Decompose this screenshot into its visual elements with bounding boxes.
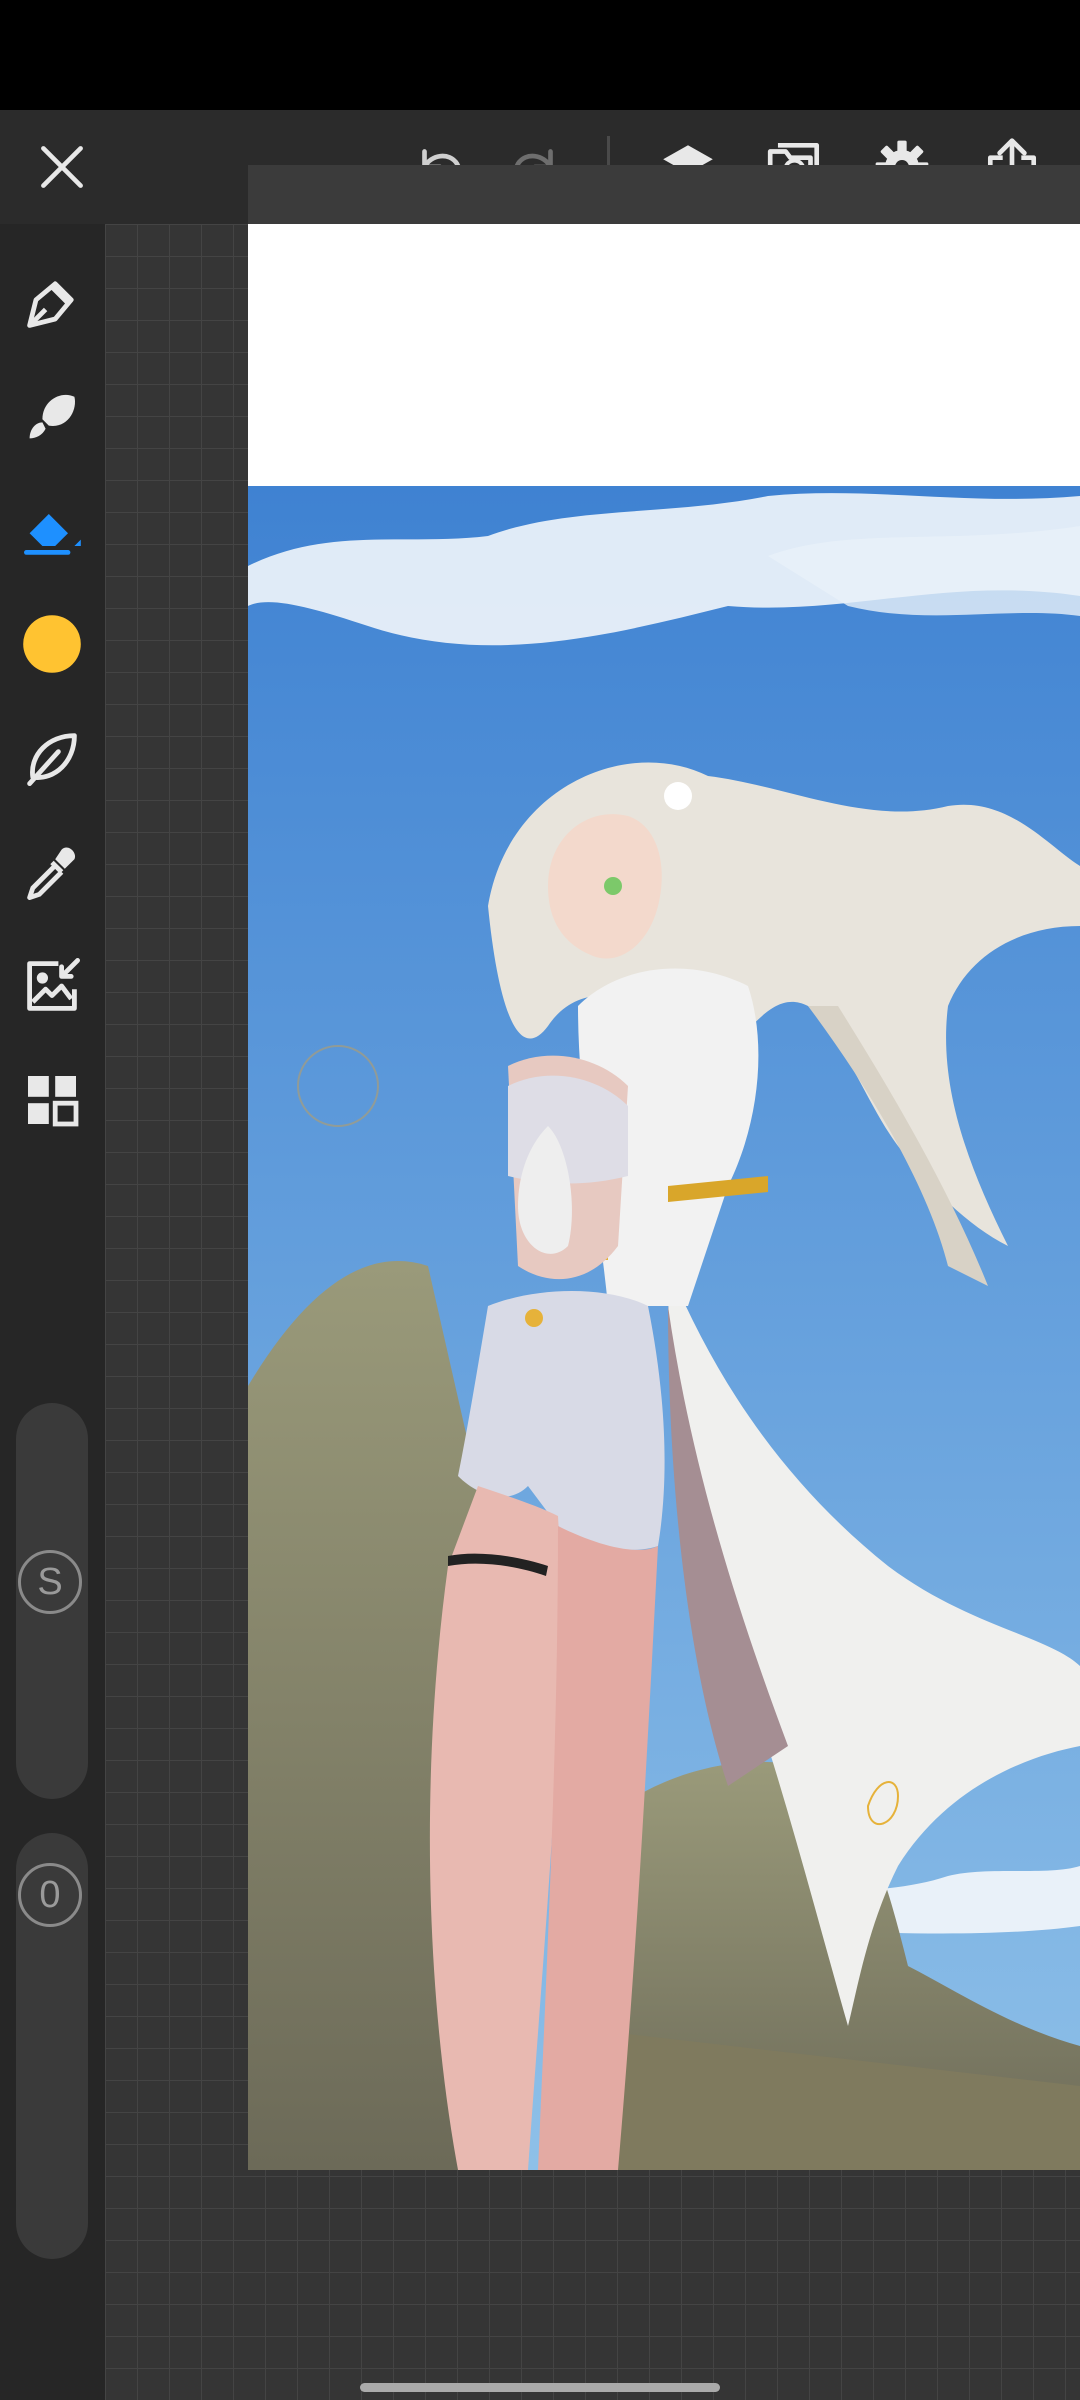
image-import-tool[interactable] <box>7 941 97 1031</box>
gallery-grid-tool[interactable] <box>7 1055 97 1145</box>
eyedropper-icon <box>27 847 76 900</box>
eraser-tool[interactable] <box>7 485 97 575</box>
brush-icon <box>29 394 76 439</box>
home-indicator[interactable] <box>360 2383 720 2392</box>
anime-elf-artwork <box>248 486 1080 2170</box>
status-bar <box>0 0 1080 110</box>
color-swatch[interactable] <box>7 599 97 689</box>
grid-icon <box>28 1076 79 1127</box>
drawing-canvas[interactable] <box>248 224 1080 2170</box>
eraser-icon <box>24 514 81 555</box>
eyedropper-tool[interactable] <box>7 827 97 917</box>
pen-tool[interactable] <box>7 258 97 348</box>
close-icon <box>41 146 83 188</box>
leaf-icon <box>27 733 77 786</box>
opacity-slider-label: 0 <box>18 1863 82 1927</box>
image-import-icon <box>27 958 80 1011</box>
pen-icon <box>27 281 74 328</box>
brush-tool[interactable] <box>7 371 97 461</box>
color-circle-icon <box>23 615 81 673</box>
smudge-tool[interactable] <box>7 713 97 803</box>
size-slider-label: S <box>18 1550 82 1614</box>
canvas-header-strip <box>248 165 1080 224</box>
close-button[interactable] <box>17 122 107 212</box>
